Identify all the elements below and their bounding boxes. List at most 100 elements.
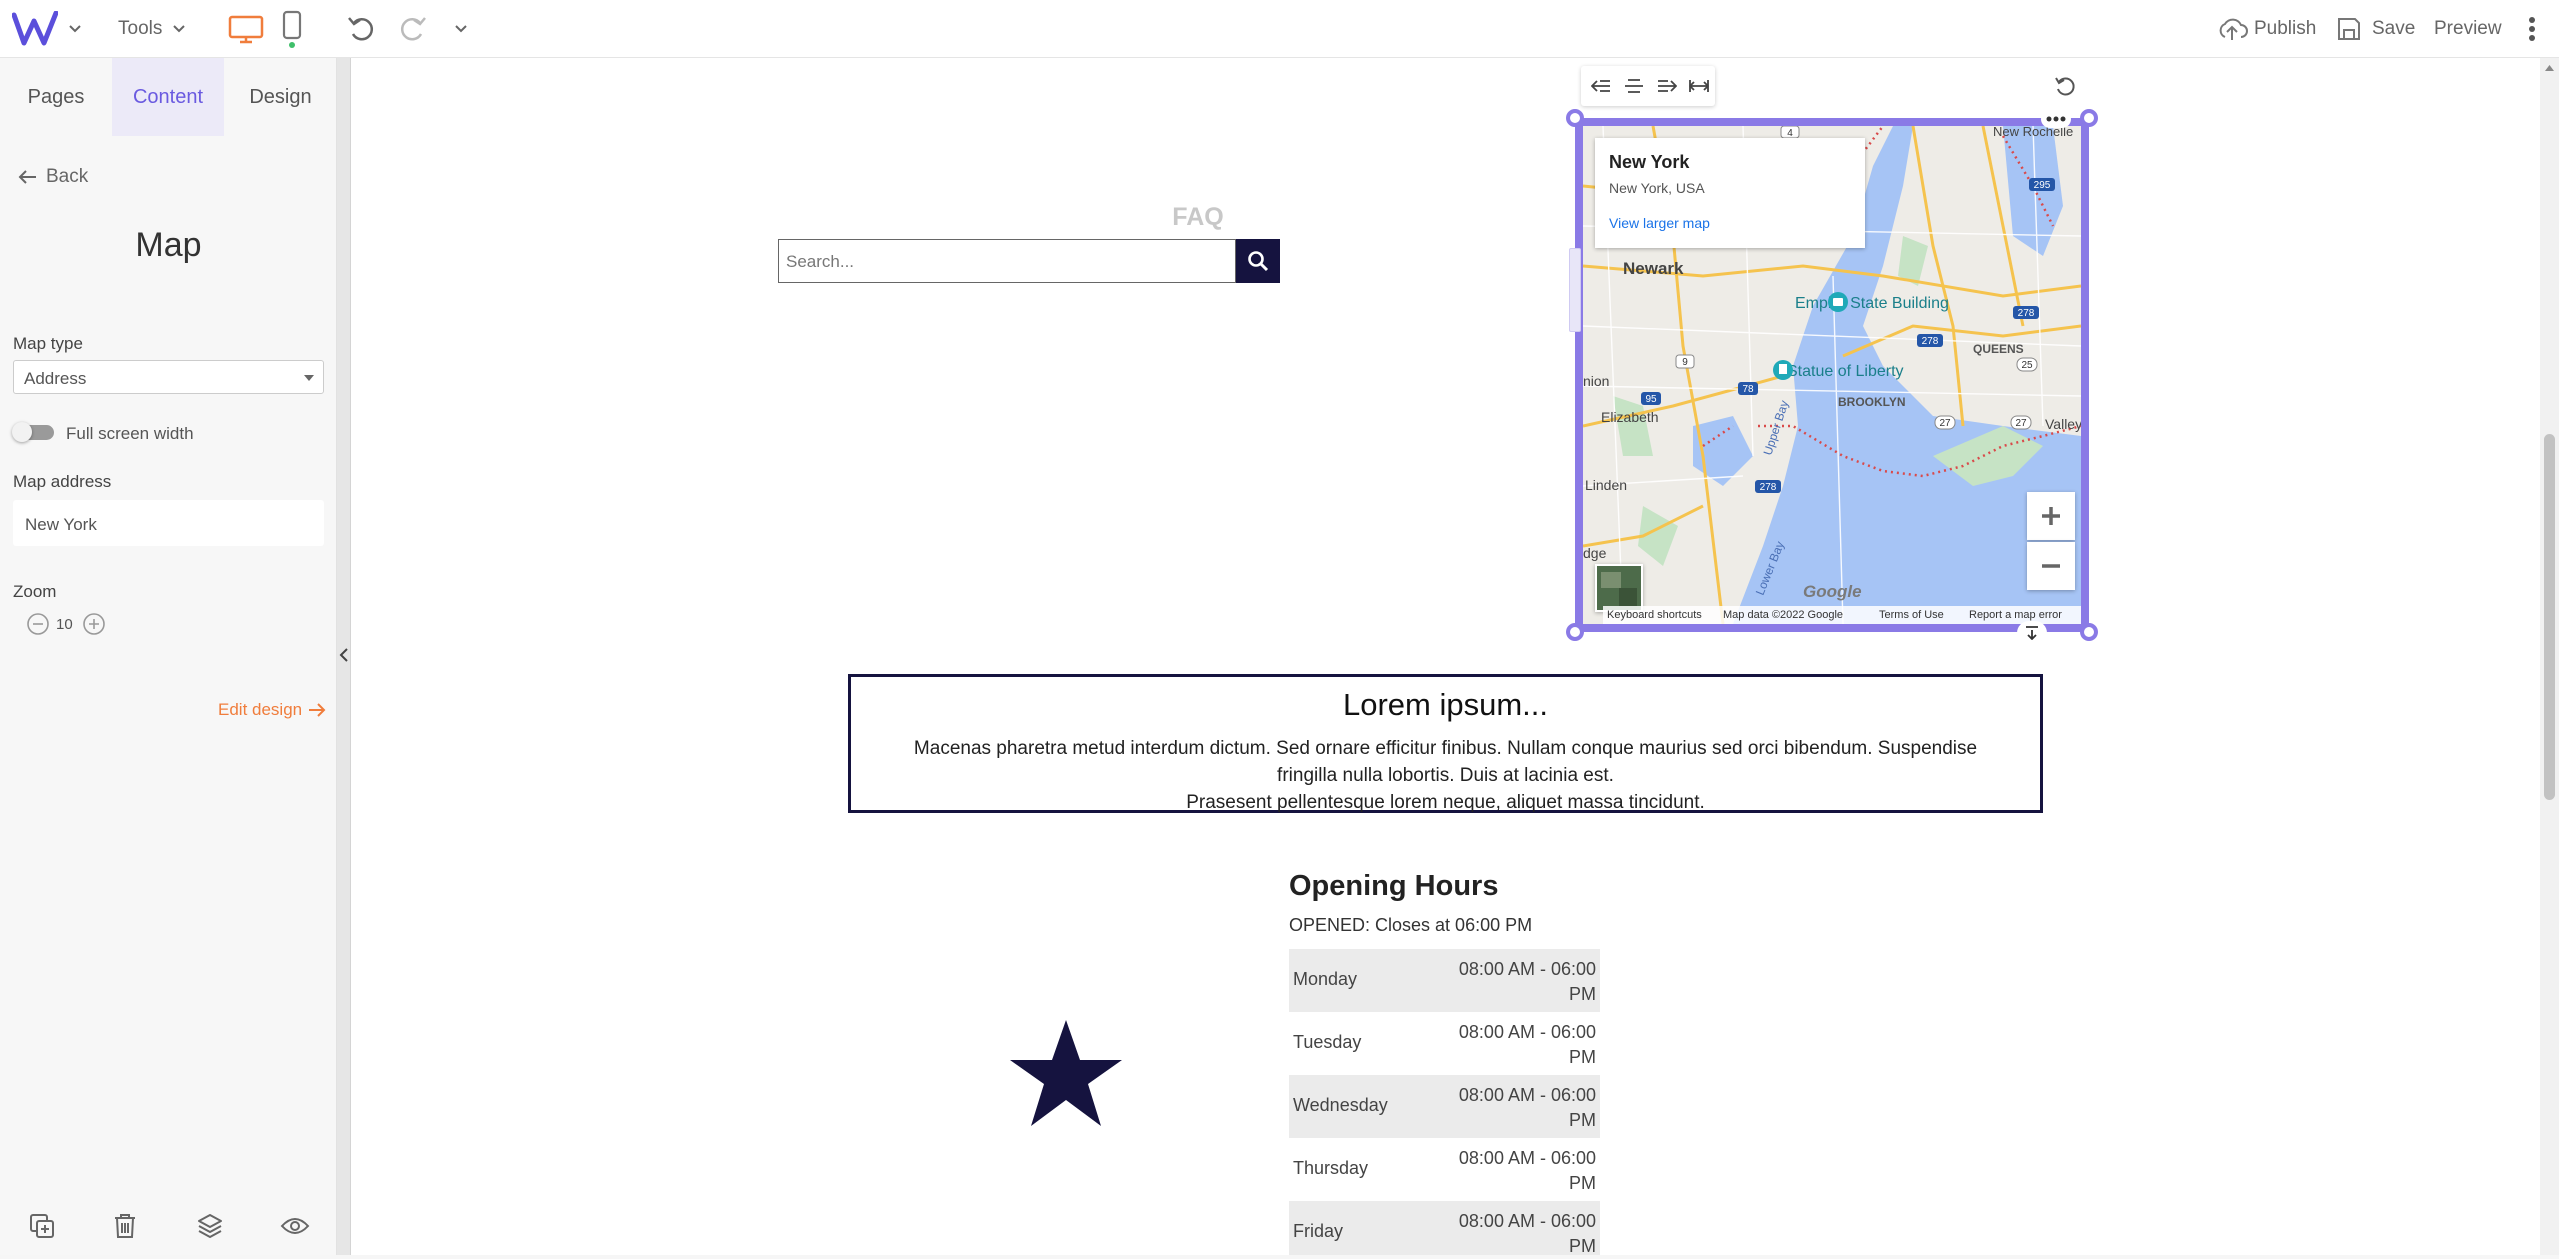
reset-icon: [2055, 77, 2075, 96]
widget-more-button[interactable]: [2041, 110, 2071, 128]
publish-label: Publish: [2254, 18, 2317, 39]
desktop-icon: [228, 15, 264, 44]
map-zoom-out-button[interactable]: [2027, 542, 2075, 590]
svg-text:25: 25: [2021, 360, 2033, 371]
undo-button[interactable]: [346, 0, 376, 58]
zoom-in-button[interactable]: [82, 612, 106, 636]
publish-button[interactable]: Publish: [2216, 0, 2316, 58]
svg-text:278: 278: [1760, 482, 1777, 493]
tools-label: Tools: [118, 18, 163, 39]
svg-text:9: 9: [1682, 357, 1688, 368]
svg-text:Linden: Linden: [1585, 477, 1627, 493]
zoom-out-button[interactable]: [26, 612, 50, 636]
arrow-right-icon: [309, 703, 326, 717]
svg-text:QUEENS: QUEENS: [1973, 342, 2024, 356]
panel-collapse-strip[interactable]: [337, 58, 351, 1255]
star-icon[interactable]: [1008, 1018, 1124, 1128]
hours-row: Monday 08:00 AM - 06:00 PM: [1289, 949, 1600, 1012]
chevron-down-icon: [173, 25, 186, 33]
tab-pages[interactable]: Pages: [0, 58, 112, 136]
back-label: Back: [46, 166, 89, 187]
svg-text:278: 278: [1922, 336, 1939, 347]
map-type-select[interactable]: Address: [13, 360, 324, 394]
history-chevron-icon[interactable]: [454, 0, 468, 58]
save-button[interactable]: Save: [2336, 0, 2415, 58]
resize-handle-top-right[interactable]: [2080, 109, 2098, 127]
tab-content[interactable]: Content: [112, 58, 224, 136]
more-horizontal-icon: [2046, 116, 2066, 122]
save-icon: [2338, 18, 2360, 40]
hours-row: Friday 08:00 AM - 06:00 PM: [1289, 1201, 1600, 1256]
vertical-scrollbar[interactable]: [2540, 58, 2559, 1255]
layers-button[interactable]: [196, 1212, 224, 1240]
redo-button[interactable]: [398, 0, 428, 58]
map-widget-selection[interactable]: Newark Empire State Building Statue of L…: [1575, 118, 2089, 632]
align-right-icon[interactable]: [1657, 78, 1677, 94]
desktop-view-button[interactable]: [228, 0, 264, 58]
svg-text:dge: dge: [1583, 545, 1607, 561]
dropdown-caret-icon: [304, 375, 314, 381]
drag-handle[interactable]: [1569, 248, 1581, 332]
visibility-button[interactable]: [280, 1216, 310, 1236]
report-error-link[interactable]: Report a map error: [1969, 609, 2062, 621]
satellite-toggle[interactable]: [1595, 564, 1643, 612]
fullscreen-toggle[interactable]: [12, 422, 56, 442]
map-frame[interactable]: Newark Empire State Building Statue of L…: [1583, 126, 2081, 624]
popup-subtitle: New York, USA: [1609, 180, 1705, 196]
mobile-icon: [282, 10, 302, 48]
page-canvas: FAQ Search... Newark Empire State Buildi…: [351, 58, 2540, 1256]
panel-tabs: Pages Content Design: [0, 58, 337, 136]
svg-text:78: 78: [1742, 384, 1754, 395]
edit-design-link[interactable]: Edit design: [218, 698, 326, 722]
search-input[interactable]: Search...: [778, 239, 1236, 283]
tab-design[interactable]: Design: [224, 58, 337, 136]
eye-icon: [280, 1218, 310, 1234]
search-placeholder: Search...: [786, 252, 855, 271]
back-link[interactable]: Back: [18, 166, 88, 188]
align-center-icon[interactable]: [1624, 78, 1644, 94]
arrow-down-bar-icon: [2026, 626, 2038, 640]
move-down-button[interactable]: [2017, 621, 2047, 645]
svg-text:Valley: Valley: [2045, 416, 2081, 432]
map-zoom-in-button[interactable]: [2027, 492, 2075, 540]
undo-icon: [348, 17, 374, 41]
resize-handle-bottom-left[interactable]: [1566, 623, 1584, 641]
svg-text:27: 27: [2015, 418, 2027, 429]
search-button[interactable]: [1236, 239, 1280, 283]
map-address-input[interactable]: New York: [13, 500, 324, 546]
preview-button[interactable]: Preview: [2434, 0, 2502, 58]
reset-button[interactable]: [2051, 72, 2079, 100]
arrow-left-icon: [18, 170, 36, 184]
stretch-width-icon[interactable]: [1689, 78, 1709, 94]
resize-handle-top-left[interactable]: [1566, 109, 1584, 127]
map-address-label: Map address: [13, 472, 112, 491]
terms-link[interactable]: Terms of Use: [1879, 609, 1944, 621]
scrollbar-thumb[interactable]: [2544, 434, 2555, 800]
align-toolbar: [1581, 66, 1715, 106]
save-label: Save: [2372, 18, 2416, 39]
logo-menu-chevron-icon[interactable]: [68, 0, 82, 58]
keyboard-shortcuts-link[interactable]: Keyboard shortcuts: [1607, 609, 1702, 621]
mobile-view-button[interactable]: [280, 0, 304, 58]
resize-handle-bottom-right[interactable]: [2080, 623, 2098, 641]
w-logo-icon: [12, 11, 58, 46]
tools-menu[interactable]: Tools: [118, 0, 186, 58]
svg-text:Elizabeth: Elizabeth: [1601, 409, 1659, 425]
logo[interactable]: [12, 0, 58, 58]
map-footer: Keyboard shortcuts Map data ©2022 Google…: [1603, 606, 2081, 624]
delete-button[interactable]: [112, 1212, 138, 1240]
view-larger-map-link[interactable]: View larger map: [1609, 215, 1710, 231]
duplicate-button[interactable]: [28, 1212, 56, 1240]
left-panel: Pages Content Design Back Map Map type A…: [0, 58, 337, 1255]
fullscreen-label: Full screen width: [66, 424, 194, 443]
align-left-icon[interactable]: [1591, 78, 1611, 94]
hours-row: Wednesday 08:00 AM - 06:00 PM: [1289, 1075, 1600, 1138]
trash-icon: [115, 1214, 135, 1238]
text-block[interactable]: Lorem ipsum... Macenas pharetra metud in…: [848, 674, 2043, 813]
redo-icon: [400, 17, 426, 41]
plus-circle-icon: [83, 613, 105, 635]
more-vertical-icon[interactable]: [2528, 0, 2536, 58]
layers-icon: [198, 1214, 222, 1238]
scroll-up-icon[interactable]: [2544, 64, 2555, 72]
map-data-text: Map data ©2022 Google: [1723, 609, 1844, 621]
